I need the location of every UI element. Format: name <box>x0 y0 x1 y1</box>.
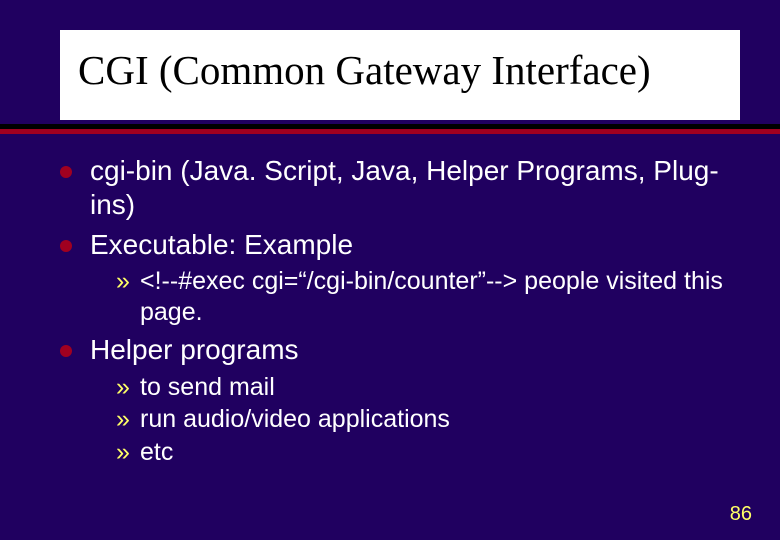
slide: CGI (Common Gateway Interface) cgi-bin (… <box>0 0 780 540</box>
bullet-item: cgi-bin (Java. Script, Java, Helper Prog… <box>60 154 740 222</box>
sub-bullet-text: <!--#exec cgi=“/cgi-bin/counter”--> peop… <box>140 267 723 326</box>
bullet-text: cgi-bin (Java. Script, Java, Helper Prog… <box>90 155 719 220</box>
sub-bullet-list: <!--#exec cgi=“/cgi-bin/counter”--> peop… <box>90 266 740 327</box>
bullet-text: Executable: Example <box>90 229 353 260</box>
sub-bullet-item: <!--#exec cgi=“/cgi-bin/counter”--> peop… <box>116 266 740 327</box>
sub-bullet-text: etc <box>140 438 173 466</box>
slide-title: CGI (Common Gateway Interface) <box>60 30 740 120</box>
bullet-list: cgi-bin (Java. Script, Java, Helper Prog… <box>60 154 740 467</box>
sub-bullet-item: to send mail <box>116 372 740 403</box>
sub-bullet-item: etc <box>116 437 740 468</box>
sub-bullet-text: run audio/video applications <box>140 405 450 433</box>
sub-bullet-text: to send mail <box>140 373 275 401</box>
sub-bullet-list: to send mail run audio/video application… <box>90 372 740 468</box>
bullet-item: Helper programs to send mail run audio/v… <box>60 333 740 467</box>
page-number: 86 <box>730 503 752 526</box>
bullet-item: Executable: Example <!--#exec cgi=“/cgi-… <box>60 228 740 327</box>
sub-bullet-item: run audio/video applications <box>116 404 740 435</box>
bullet-text: Helper programs <box>90 334 299 365</box>
